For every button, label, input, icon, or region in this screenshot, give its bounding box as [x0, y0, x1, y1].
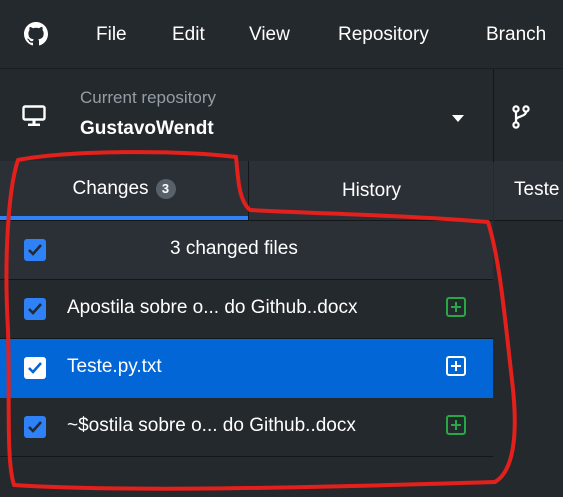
tab-changes[interactable]: Changes 3: [0, 161, 248, 220]
check-icon: [28, 421, 42, 433]
menu-bar: File Edit View Repository Branch: [0, 0, 563, 68]
diff-header: Teste: [494, 161, 563, 221]
check-icon: [28, 362, 42, 374]
file-row-selected[interactable]: Teste.py.txt: [0, 339, 493, 398]
select-all-checkbox[interactable]: [24, 239, 46, 261]
menu-edit[interactable]: Edit: [172, 22, 205, 48]
current-repository-caption: Current repository: [80, 88, 217, 107]
file-added-icon: [446, 297, 466, 317]
repo-toolbar: Current repository GustavoWendt: [0, 68, 563, 162]
changed-files-list: 3 changed files Apostila sobre o... do G…: [0, 221, 493, 497]
sidebar-tabs: Changes 3 History: [0, 161, 493, 221]
tab-changes-label: Changes: [72, 177, 149, 199]
current-repository-selector[interactable]: Current repository GustavoWendt: [0, 69, 494, 161]
file-added-icon: [446, 415, 466, 435]
menu-file[interactable]: File: [96, 22, 127, 48]
diff-panel: Teste: [494, 161, 563, 497]
file-row[interactable]: Apostila sobre o... do Github..docx: [0, 280, 493, 339]
file-name: ~$ostila sobre o... do Github..docx: [67, 415, 356, 436]
file-row[interactable]: ~$ostila sobre o... do Github..docx: [0, 398, 493, 457]
menu-branch[interactable]: Branch: [486, 22, 546, 48]
tab-history[interactable]: History: [248, 161, 494, 220]
file-checkbox[interactable]: [24, 298, 46, 320]
file-added-icon: [446, 356, 466, 376]
file-checkbox[interactable]: [24, 416, 46, 438]
check-icon: [28, 244, 42, 256]
changed-files-header: 3 changed files: [0, 221, 493, 280]
git-branch-icon[interactable]: [512, 105, 530, 129]
menu-view[interactable]: View: [249, 22, 290, 48]
check-icon: [28, 303, 42, 315]
menu-repository[interactable]: Repository: [338, 22, 429, 48]
caret-down-icon: [452, 115, 464, 122]
file-name: Apostila sobre o... do Github..docx: [67, 297, 358, 318]
diff-file-title: Teste: [514, 179, 560, 200]
file-name: Teste.py.txt: [67, 356, 162, 377]
monitor-icon: [22, 105, 46, 126]
changed-files-count: 3 changed files: [170, 238, 298, 259]
github-logo-icon[interactable]: [24, 22, 48, 46]
changes-count-badge: 3: [155, 178, 176, 199]
current-repository-name: GustavoWendt: [80, 118, 214, 139]
file-checkbox[interactable]: [24, 357, 46, 379]
tab-history-label: History: [341, 179, 402, 201]
